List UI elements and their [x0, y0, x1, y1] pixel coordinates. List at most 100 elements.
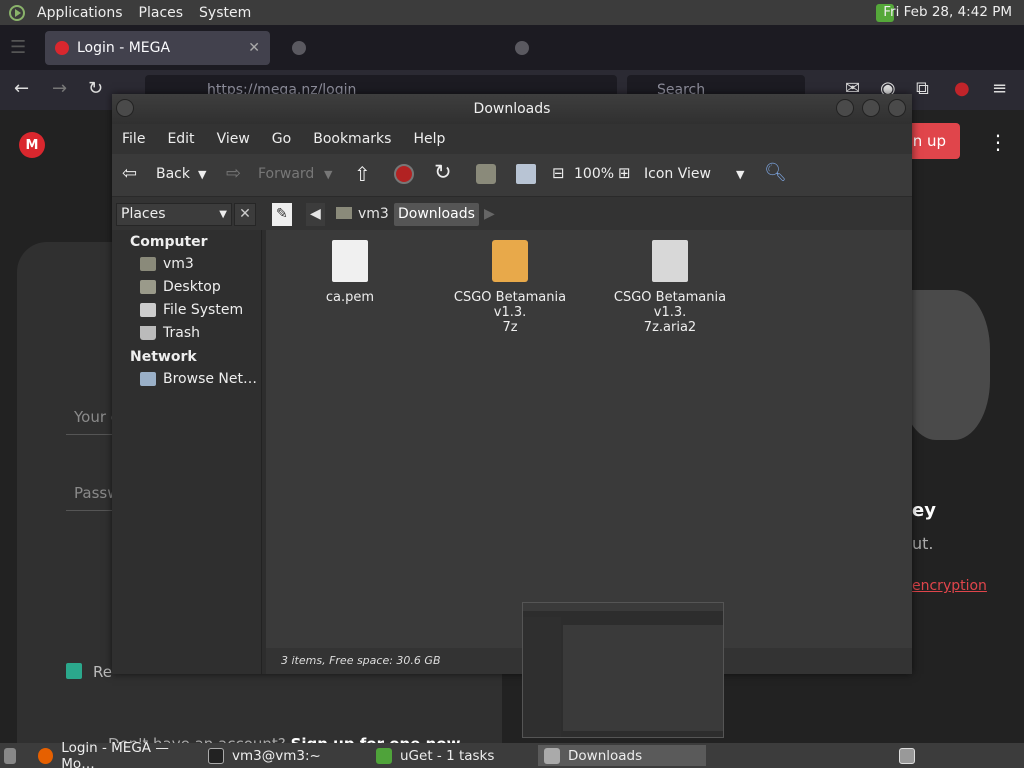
- window-titlebar[interactable]: Downloads: [112, 94, 912, 124]
- desktop-folder-icon: [140, 280, 156, 294]
- clock-file-icon: [652, 240, 688, 282]
- file-icon-view[interactable]: ca.pem CSGO Betamania v1.3. 7z CSGO Beta…: [266, 230, 912, 648]
- back-history-dropdown-icon[interactable]: ▼: [198, 168, 206, 181]
- file-manager-window: Downloads File Edit View Go Bookmarks He…: [112, 94, 912, 674]
- breadcrumb-right-icon[interactable]: ▶: [480, 203, 499, 226]
- back-button[interactable]: Back: [156, 166, 190, 182]
- zoom-out-icon[interactable]: ⊟: [552, 164, 565, 182]
- window-preview-thumbnail[interactable]: [522, 602, 724, 738]
- tab-background-2[interactable]: [505, 31, 705, 65]
- mega-logo[interactable]: M: [19, 132, 45, 158]
- back-icon[interactable]: ⇦: [122, 163, 137, 184]
- more-options-icon[interactable]: ⋮: [988, 130, 1008, 154]
- thumb-sidebar: [523, 617, 561, 737]
- task-downloads[interactable]: Downloads: [538, 745, 706, 766]
- menu-go[interactable]: Go: [272, 131, 291, 147]
- maximize-icon[interactable]: [862, 99, 880, 117]
- trash-icon: [140, 326, 156, 340]
- task-firefox[interactable]: Login - MEGA — Mo…: [32, 740, 200, 768]
- show-desktop-icon[interactable]: [0, 745, 24, 766]
- file-item-csgo-aria2[interactable]: CSGO Betamania v1.3. 7z.aria2: [600, 230, 740, 335]
- up-folder-icon[interactable]: ⇧: [354, 162, 371, 186]
- window-menu-icon[interactable]: [116, 99, 134, 117]
- sidebar-item-desktop[interactable]: Desktop: [140, 279, 221, 295]
- computer-icon[interactable]: [516, 164, 536, 184]
- sidebar-heading-computer: Computer: [130, 234, 208, 250]
- file-name-line2: 7z.aria2: [643, 320, 697, 335]
- folder-icon: [544, 747, 560, 764]
- zoom-in-icon[interactable]: ⊞: [618, 164, 631, 182]
- stop-icon[interactable]: [394, 164, 414, 184]
- view-mode-select[interactable]: Icon View: [644, 166, 711, 182]
- task-terminal[interactable]: vm3@vm3:~: [202, 745, 367, 766]
- sidebar-item-label: Trash: [163, 325, 200, 341]
- breadcrumb-vm3[interactable]: vm3: [332, 203, 393, 226]
- zoom-level: 100%: [574, 166, 615, 182]
- reload-icon[interactable]: ↻: [434, 160, 452, 184]
- tab-login-mega[interactable]: Login - MEGA ✕: [45, 31, 270, 65]
- forward-history-dropdown-icon[interactable]: ▼: [324, 168, 332, 181]
- close-tab-icon[interactable]: ✕: [248, 40, 260, 56]
- breadcrumb-vm3-label: vm3: [358, 206, 389, 222]
- workspace-switcher[interactable]: [893, 745, 925, 766]
- task-uget[interactable]: uGet - 1 tasks: [370, 745, 536, 766]
- ublock-icon[interactable]: ●: [954, 78, 970, 99]
- tab-favicon-icon: [292, 41, 306, 55]
- back-arrow-icon[interactable]: ←: [14, 78, 29, 99]
- sidebar-item-file-system[interactable]: File System: [140, 302, 243, 318]
- close-sidebar-button[interactable]: ✕: [234, 203, 256, 226]
- menu-view[interactable]: View: [217, 131, 250, 147]
- forward-icon[interactable]: ⇨: [226, 163, 241, 184]
- sidebar-item-label: vm3: [163, 256, 194, 272]
- remember-checkbox[interactable]: [66, 663, 82, 679]
- file-name-line2: 7z: [502, 320, 518, 335]
- extensions-icon[interactable]: ⧉: [916, 78, 929, 99]
- sidebar-mode-select[interactable]: Places ▼: [116, 203, 232, 226]
- sidebar-heading-network: Network: [130, 349, 197, 365]
- page-heading: ey: [912, 500, 936, 521]
- forward-button[interactable]: Forward: [258, 166, 314, 182]
- reload-icon[interactable]: ↻: [88, 78, 103, 99]
- breadcrumb-downloads[interactable]: Downloads: [394, 203, 479, 226]
- menu-edit[interactable]: Edit: [167, 131, 194, 147]
- file-name-line1: CSGO Betamania v1.3.: [453, 290, 567, 320]
- view-mode-dropdown-icon[interactable]: ▼: [736, 168, 744, 181]
- sidebar-item-browse-network[interactable]: Browse Net…: [140, 371, 257, 387]
- menu-bookmarks[interactable]: Bookmarks: [313, 131, 391, 147]
- sidebar-item-vm3[interactable]: vm3: [140, 256, 194, 272]
- sidebar-item-trash[interactable]: Trash: [140, 325, 200, 341]
- encryption-link[interactable]: encryption: [912, 578, 987, 594]
- uget-icon: [376, 747, 392, 764]
- remember-label: Re: [93, 663, 112, 681]
- file-item-csgo-7z[interactable]: CSGO Betamania v1.3. 7z: [440, 230, 580, 335]
- file-item-ca-pem[interactable]: ca.pem: [280, 230, 420, 305]
- forward-arrow-icon[interactable]: →: [52, 78, 67, 99]
- decorative-blob: [900, 290, 990, 440]
- home-folder-icon: [140, 257, 156, 271]
- menu-places[interactable]: Places: [135, 5, 188, 21]
- menu-help[interactable]: Help: [413, 131, 445, 147]
- panel-clock[interactable]: Fri Feb 28, 4:42 PM: [883, 4, 1012, 20]
- file-name-line1: CSGO Betamania v1.3.: [613, 290, 727, 320]
- archive-icon: [492, 240, 528, 282]
- distro-logo-icon[interactable]: [9, 4, 25, 21]
- breadcrumb-left-icon[interactable]: ◀: [306, 203, 325, 226]
- thumb-content: [563, 625, 723, 731]
- tab-background-1[interactable]: [282, 31, 482, 65]
- menu-file[interactable]: File: [122, 131, 145, 147]
- tab-list-icon[interactable]: ☰: [10, 37, 26, 58]
- menu-system[interactable]: System: [195, 5, 255, 21]
- top-panel: Applications Places System Fri Feb 28, 4…: [0, 0, 1024, 25]
- workspace-icon: [899, 747, 915, 764]
- menu-applications[interactable]: Applications: [33, 5, 127, 21]
- terminal-icon: [208, 747, 224, 764]
- close-window-icon[interactable]: [888, 99, 906, 117]
- minimize-icon[interactable]: [836, 99, 854, 117]
- edit-location-icon[interactable]: ✎: [272, 203, 292, 226]
- hamburger-menu-icon[interactable]: ≡: [992, 78, 1007, 99]
- home-folder-icon[interactable]: [476, 164, 496, 184]
- network-icon: [140, 372, 156, 386]
- search-icon[interactable]: 🔍︎: [764, 162, 787, 183]
- places-sidebar: Computer vm3 Desktop File System Trash N…: [112, 230, 262, 674]
- mega-favicon-icon: [55, 41, 69, 55]
